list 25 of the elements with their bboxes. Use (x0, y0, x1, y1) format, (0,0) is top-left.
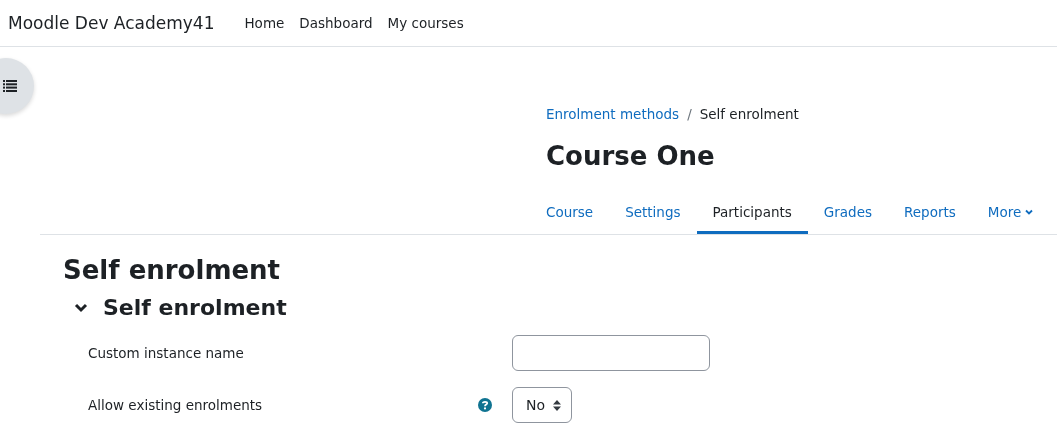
section-toggle-button[interactable] (72, 303, 90, 313)
caret-icon (1025, 209, 1034, 215)
breadcrumb-separator: / (687, 105, 692, 123)
list-icon (3, 80, 17, 92)
tab[interactable]: Settings (609, 195, 697, 234)
select-dropdown[interactable]: No (512, 387, 573, 423)
nav-link[interactable]: Dashboard (299, 15, 373, 31)
nav-link[interactable]: My courses (387, 15, 464, 31)
page-heading: Self enrolment (63, 254, 282, 287)
tab[interactable]: Reports (888, 195, 972, 234)
tab[interactable]: More (971, 195, 1050, 234)
help-icon[interactable] (478, 398, 492, 412)
course-title: Course One (546, 140, 716, 173)
field-label: Allow existing enrolments (88, 397, 264, 413)
tab[interactable]: Participants (696, 195, 808, 234)
section-title: Self enrolment (103, 294, 287, 322)
breadcrumb-current: Self enrolment (699, 105, 799, 123)
nav-link[interactable]: Home (244, 15, 285, 31)
sort-arrows-icon (553, 399, 562, 411)
breadcrumb-link[interactable]: Enrolment methods (546, 105, 680, 123)
tab[interactable]: Grades (807, 195, 889, 234)
tab[interactable]: Course (530, 195, 610, 234)
site-name[interactable]: Moodle Dev Academy41 (8, 13, 215, 33)
field-label: Custom instance name (88, 345, 245, 361)
text-input-field[interactable] (512, 335, 710, 371)
